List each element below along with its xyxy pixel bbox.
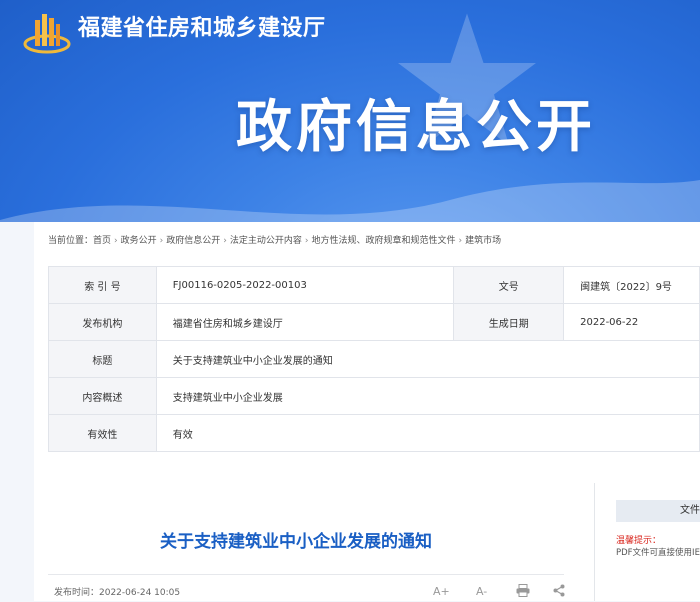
- breadcrumb-item-home[interactable]: 首页: [93, 236, 111, 246]
- breadcrumb-item-statutory-content[interactable]: 法定主动公开内容: [230, 236, 302, 246]
- breadcrumb-separator: ›: [114, 236, 118, 246]
- site-title[interactable]: 福建省住房和城乡建设厅: [78, 10, 326, 42]
- table-row: 有效性 有效: [48, 414, 700, 452]
- index-label: 索 引 号: [48, 266, 157, 304]
- article-title: 关于支持建筑业中小企业发展的通知: [160, 532, 432, 552]
- breadcrumb-prefix: 当前位置：: [48, 236, 94, 246]
- doc-number-value: 闽建筑〔2022〕9号: [563, 266, 700, 304]
- decorative-wave: [0, 180, 700, 222]
- breadcrumb-separator: ›: [159, 236, 164, 246]
- table-row: 标题 关于支持建筑业中小企业发展的通知: [48, 340, 700, 378]
- font-increase-button[interactable]: A+: [433, 585, 450, 598]
- tip-label: 温馨提示：: [616, 536, 662, 546]
- breadcrumb-item-gov-affairs[interactable]: 政务公开: [121, 236, 157, 246]
- publish-time: 发布时间：2022-06-24 10:05: [54, 588, 181, 598]
- breadcrumb-item-info-disclosure[interactable]: 政府信息公开: [166, 236, 220, 246]
- table-row: 发布机构 福建省住房和城乡建设厅 生成日期 2022-06-22: [48, 303, 700, 341]
- title-label: 标题: [48, 340, 157, 378]
- tip-text: PDF文件可直接使用IE: [616, 548, 700, 558]
- title-value: 关于支持建筑业中小企业发展的通知: [155, 340, 700, 378]
- validity-label: 有效性: [48, 414, 157, 452]
- publisher-value: 福建省住房和城乡建设厅: [155, 303, 455, 341]
- site-logo-icon: [23, 14, 71, 54]
- summary-label: 内容概述: [48, 377, 157, 415]
- breadcrumb-separator: ›: [458, 236, 463, 246]
- share-icon[interactable]: [553, 584, 565, 597]
- table-row: 内容概述 支持建筑业中小企业发展: [48, 377, 700, 415]
- file-download-box[interactable]: 文件: [616, 500, 700, 522]
- breadcrumb-item-construction-market[interactable]: 建筑市场: [465, 236, 501, 246]
- column-divider: [594, 483, 595, 601]
- table-row: 索 引 号 FJ00116-0205-2022-00103 文号 闽建筑〔202…: [48, 266, 700, 304]
- document-meta-table: 索 引 号 FJ00116-0205-2022-00103 文号 闽建筑〔202…: [48, 266, 700, 452]
- date-label: 生成日期: [453, 303, 565, 341]
- publisher-label: 发布机构: [48, 303, 157, 341]
- index-value: FJ00116-0205-2022-00103: [155, 266, 455, 304]
- breadcrumb-item-regulations[interactable]: 地方性法规、政府规章和规范性文件: [312, 236, 456, 246]
- font-decrease-button[interactable]: A-: [476, 585, 487, 598]
- banner-title: 政府信息公开: [236, 95, 596, 160]
- breadcrumb: 当前位置：首页 › 政务公开 › 政府信息公开 › 法定主动公开内容 › 地方性法规、政府规章和…: [48, 233, 501, 246]
- date-value: 2022-06-22: [563, 303, 700, 341]
- breadcrumb-separator: ›: [304, 236, 309, 246]
- validity-value: 有效: [155, 414, 700, 452]
- print-icon[interactable]: [516, 584, 530, 597]
- summary-value: 支持建筑业中小企业发展: [155, 377, 700, 415]
- doc-number-label: 文号: [453, 266, 565, 304]
- breadcrumb-separator: ›: [223, 236, 227, 246]
